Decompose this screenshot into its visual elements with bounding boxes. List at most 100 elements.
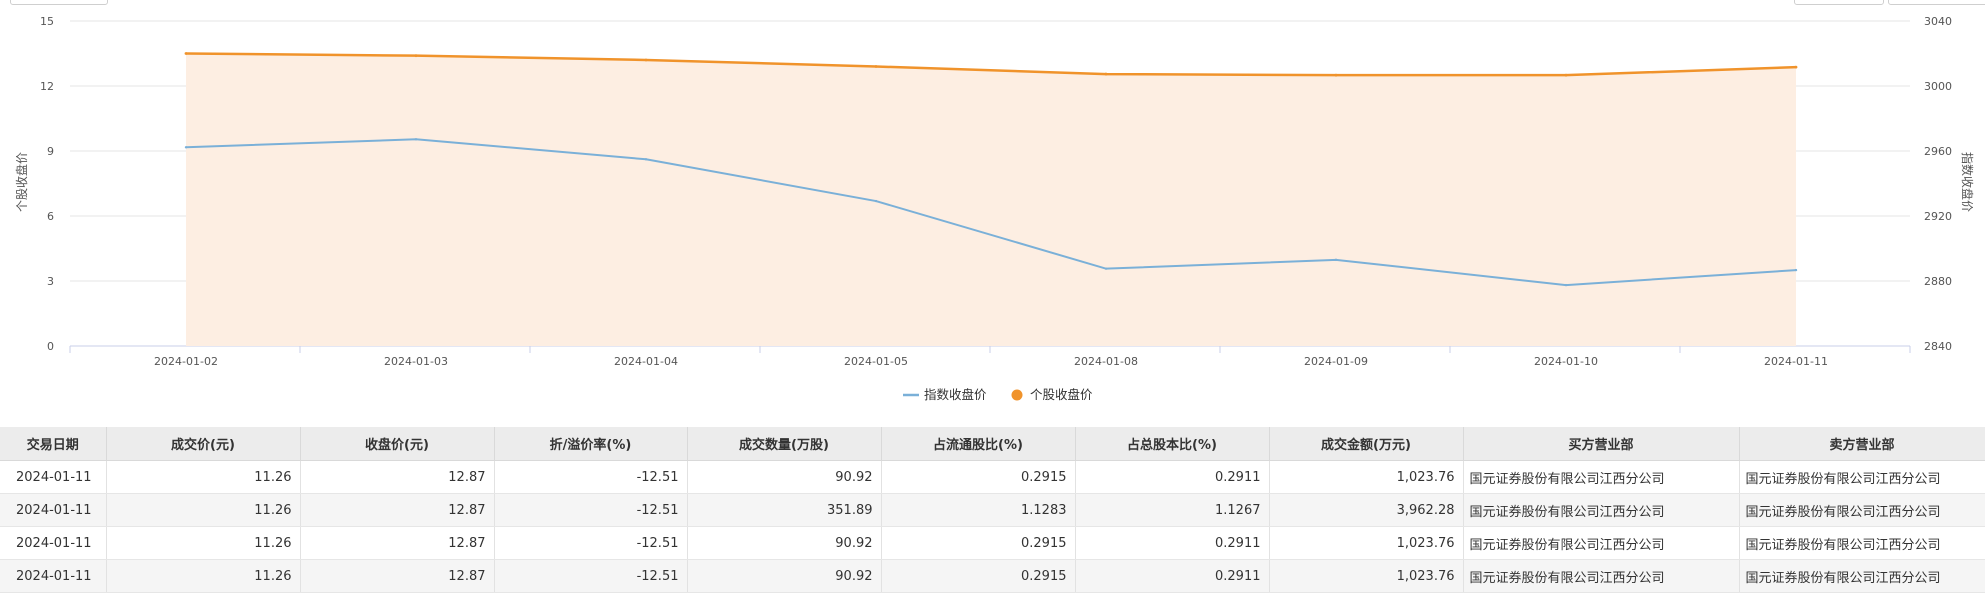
column-header[interactable]: 成交数量(万股)	[687, 427, 882, 461]
table-cell: 0.2911	[1075, 460, 1270, 494]
table-cell: 90.92	[687, 526, 882, 560]
index-point	[184, 146, 188, 149]
table-row: 2024-01-11 11.26 12.87 -12.51 351.89 1.1283 1.…	[0, 493, 1985, 527]
legend-index-label: 指数收盘价	[924, 387, 987, 402]
stock-point	[184, 52, 188, 55]
column-header[interactable]: 占总股本比(%)	[1075, 427, 1270, 461]
table-cell: 国元证券股份有限公司江西分公司	[1463, 460, 1740, 494]
table-row: 2024-01-11 11.26 12.87 -12.51 90.92 0.2915 0.2…	[0, 526, 1985, 560]
index-point	[1104, 267, 1108, 270]
stock-point	[874, 65, 878, 68]
table-cell: -12.51	[494, 493, 688, 527]
column-header[interactable]: 买方营业部	[1463, 427, 1740, 461]
table-cell: 12.87	[300, 493, 495, 527]
column-header[interactable]: 卖方营业部	[1739, 427, 1985, 461]
right-tick-label: 3040	[1924, 15, 1952, 28]
x-tick-label: 2024-01-10	[1534, 355, 1598, 368]
x-axis: 2024-01-02 2024-01-03 2024-01-04 2024-01-05…	[69, 346, 1911, 368]
stock-point	[644, 58, 648, 62]
column-header[interactable]: 占流通股比(%)	[881, 427, 1076, 461]
column-header[interactable]: 成交金额(万元)	[1269, 427, 1464, 461]
table-cell: 2024-01-11	[0, 493, 107, 527]
table-cell: 11.26	[106, 460, 301, 494]
index-point	[1564, 283, 1568, 287]
x-tick-label: 2024-01-04	[614, 355, 678, 368]
table-cell: 国元证券股份有限公司江西分公司	[1463, 493, 1740, 527]
index-point	[414, 138, 418, 141]
left-tick-label: 6	[47, 210, 54, 223]
x-tick-label: 2024-01-03	[384, 355, 448, 368]
table-cell: -12.51	[494, 460, 688, 494]
table-cell: 国元证券股份有限公司江西分公司	[1739, 526, 1985, 560]
right-tick-label: 2880	[1924, 275, 1952, 288]
table-cell: 国元证券股份有限公司江西分公司	[1463, 559, 1740, 593]
left-tick-label: 3	[47, 275, 54, 288]
left-tick-label: 15	[40, 15, 54, 28]
index-point	[874, 199, 878, 203]
table-cell: 国元证券股份有限公司江西分公司	[1739, 460, 1985, 494]
table-cell: 11.26	[106, 493, 301, 527]
x-tick-label: 2024-01-08	[1074, 355, 1138, 368]
table-row: 2024-01-11 11.26 12.87 -12.51 90.92 0.2915 0.2…	[0, 460, 1985, 494]
table-cell: -12.51	[494, 526, 688, 560]
column-header[interactable]: 成交价(元)	[106, 427, 301, 461]
stock-point	[1104, 72, 1108, 76]
table-cell: 3,962.28	[1269, 493, 1464, 527]
table-cell: 0.2911	[1075, 559, 1270, 593]
table-header-row: 交易日期 成交价(元) 收盘价(元) 折/溢价率(%) 成交数量(万股) 占流通股比(%)…	[0, 427, 1985, 461]
column-header[interactable]: 折/溢价率(%)	[494, 427, 688, 461]
right-axis-ticks: 2840 2880 2920 2960 3000 3040	[1924, 15, 1952, 353]
table-cell: 1,023.76	[1269, 460, 1464, 494]
index-point	[1794, 268, 1798, 272]
left-tick-label: 12	[40, 80, 54, 93]
table-cell: 1,023.76	[1269, 559, 1464, 593]
right-axis-label: 指数收盘价	[1960, 152, 1975, 212]
table-cell: 90.92	[687, 460, 882, 494]
table-cell: 2024-01-11	[0, 526, 107, 560]
table-cell: 2024-01-11	[0, 559, 107, 593]
index-point	[1334, 258, 1338, 262]
column-header[interactable]: 交易日期	[0, 427, 107, 461]
table-cell: 国元证券股份有限公司江西分公司	[1739, 559, 1985, 593]
table-cell: 12.87	[300, 460, 495, 494]
table-cell: 2024-01-11	[0, 460, 107, 494]
legend-stock-label: 个股收盘价	[1030, 387, 1093, 402]
right-tick-label: 2960	[1924, 145, 1952, 158]
table-cell: 0.2915	[881, 460, 1076, 494]
index-point	[644, 158, 648, 161]
left-axis-ticks: 0 3 6 9 12 15	[40, 15, 54, 353]
stock-price-area	[186, 53, 1796, 346]
table-row: 2024-01-11 11.26 12.87 -12.51 90.92 0.2915 0.2…	[0, 559, 1985, 593]
legend-stock-swatch	[1011, 389, 1023, 401]
right-tick-label: 2920	[1924, 210, 1952, 223]
right-tick-label: 2840	[1924, 340, 1952, 353]
table-cell: 0.2915	[881, 559, 1076, 593]
column-header[interactable]: 收盘价(元)	[300, 427, 495, 461]
table-cell: 1.1283	[881, 493, 1076, 527]
table-cell: -12.51	[494, 559, 688, 593]
stock-point	[414, 54, 418, 58]
table-cell: 12.87	[300, 526, 495, 560]
right-tick-label: 3000	[1924, 80, 1952, 93]
table-cell: 国元证券股份有限公司江西分公司	[1739, 493, 1985, 527]
table-cell: 1.1267	[1075, 493, 1270, 527]
stock-point	[1334, 73, 1338, 77]
table-cell: 0.2911	[1075, 526, 1270, 560]
table-cell: 351.89	[687, 493, 882, 527]
stock-point	[1564, 73, 1568, 77]
stock-point	[1794, 65, 1798, 69]
table-cell: 1,023.76	[1269, 526, 1464, 560]
left-tick-label: 0	[47, 340, 54, 353]
x-tick-label: 2024-01-09	[1304, 355, 1368, 368]
x-tick-label: 2024-01-02	[154, 355, 218, 368]
x-tick-label: 2024-01-11	[1764, 355, 1828, 368]
table-cell: 11.26	[106, 526, 301, 560]
price-chart: 0 3 6 9 12 15 2840 2880 2920 2960 3000 3040 2024-0…	[14, 15, 1975, 402]
table-cell: 12.87	[300, 559, 495, 593]
legend[interactable]: 指数收盘价 个股收盘价	[903, 387, 1093, 402]
table-cell: 0.2915	[881, 526, 1076, 560]
table-cell: 90.92	[687, 559, 882, 593]
block-trade-table: 交易日期 成交价(元) 收盘价(元) 折/溢价率(%) 成交数量(万股) 占流通股比(%)…	[0, 427, 1985, 593]
left-axis-label: 个股收盘价	[14, 152, 29, 212]
left-tick-label: 9	[47, 145, 54, 158]
